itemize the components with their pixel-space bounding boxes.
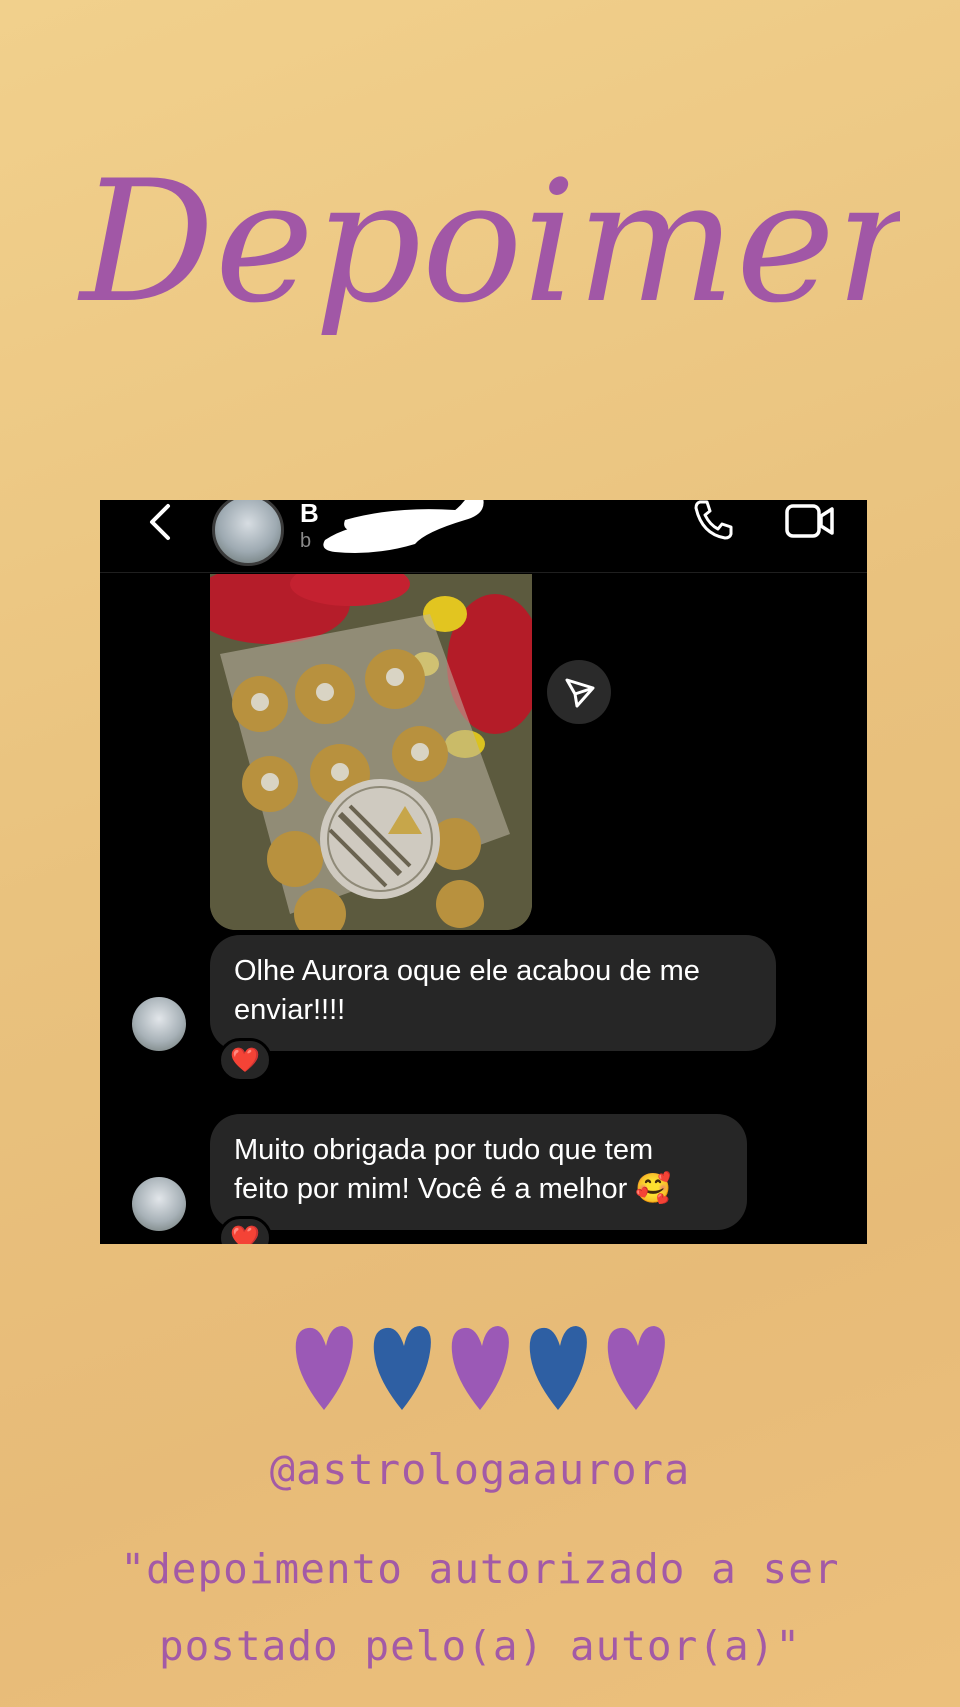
heart-icon: [373, 1326, 431, 1410]
message-text: enviar!!!!: [234, 994, 346, 1026]
message-bubble[interactable]: Muito obrigada por tudo que tem feito po…: [210, 1114, 747, 1230]
redaction-scribble: [315, 500, 495, 558]
message-text: feito por mim! Você é a melhor 🥰: [234, 1173, 672, 1205]
authorization-note: postado pelo(a) autor(a)": [158, 1622, 802, 1670]
page-title-text: Depoimentos: [77, 144, 900, 340]
chat-header: B b: [100, 500, 867, 573]
video-camera-icon[interactable]: [784, 500, 836, 542]
chevron-left-icon[interactable]: [146, 502, 174, 542]
shared-photo[interactable]: [210, 574, 532, 930]
page-title: Depoimentos: [60, 60, 960, 420]
message-bubble[interactable]: Olhe Aurora oque ele acabou de me enviar…: [210, 935, 776, 1051]
avatar[interactable]: [132, 1177, 186, 1231]
avatar[interactable]: [212, 500, 284, 566]
instagram-handle[interactable]: @astrologaaurora: [0, 1445, 960, 1494]
message-text: Muito obrigada por tudo que tem: [234, 1134, 654, 1166]
heart-reaction[interactable]: ❤️: [218, 1038, 272, 1082]
heart-icon: [451, 1326, 509, 1410]
heart-icon: [607, 1326, 665, 1410]
hearts-decoration: [290, 1318, 680, 1418]
heart-icon: [529, 1326, 587, 1410]
heart-reaction[interactable]: ❤️: [218, 1216, 272, 1244]
share-button[interactable]: [547, 660, 611, 724]
avatar[interactable]: [132, 997, 186, 1051]
heart-icon: [295, 1326, 353, 1410]
message-text: Olhe Aurora oque ele acabou de me: [234, 955, 700, 987]
chat-screenshot: B b Olhe Aurora oque ele acabou de me en…: [100, 500, 867, 1244]
paper-plane-icon: [565, 678, 595, 708]
contact-username: b: [300, 530, 312, 552]
phone-icon[interactable]: [690, 500, 736, 542]
authorization-note: "depoimento autorizado a ser: [120, 1545, 840, 1593]
